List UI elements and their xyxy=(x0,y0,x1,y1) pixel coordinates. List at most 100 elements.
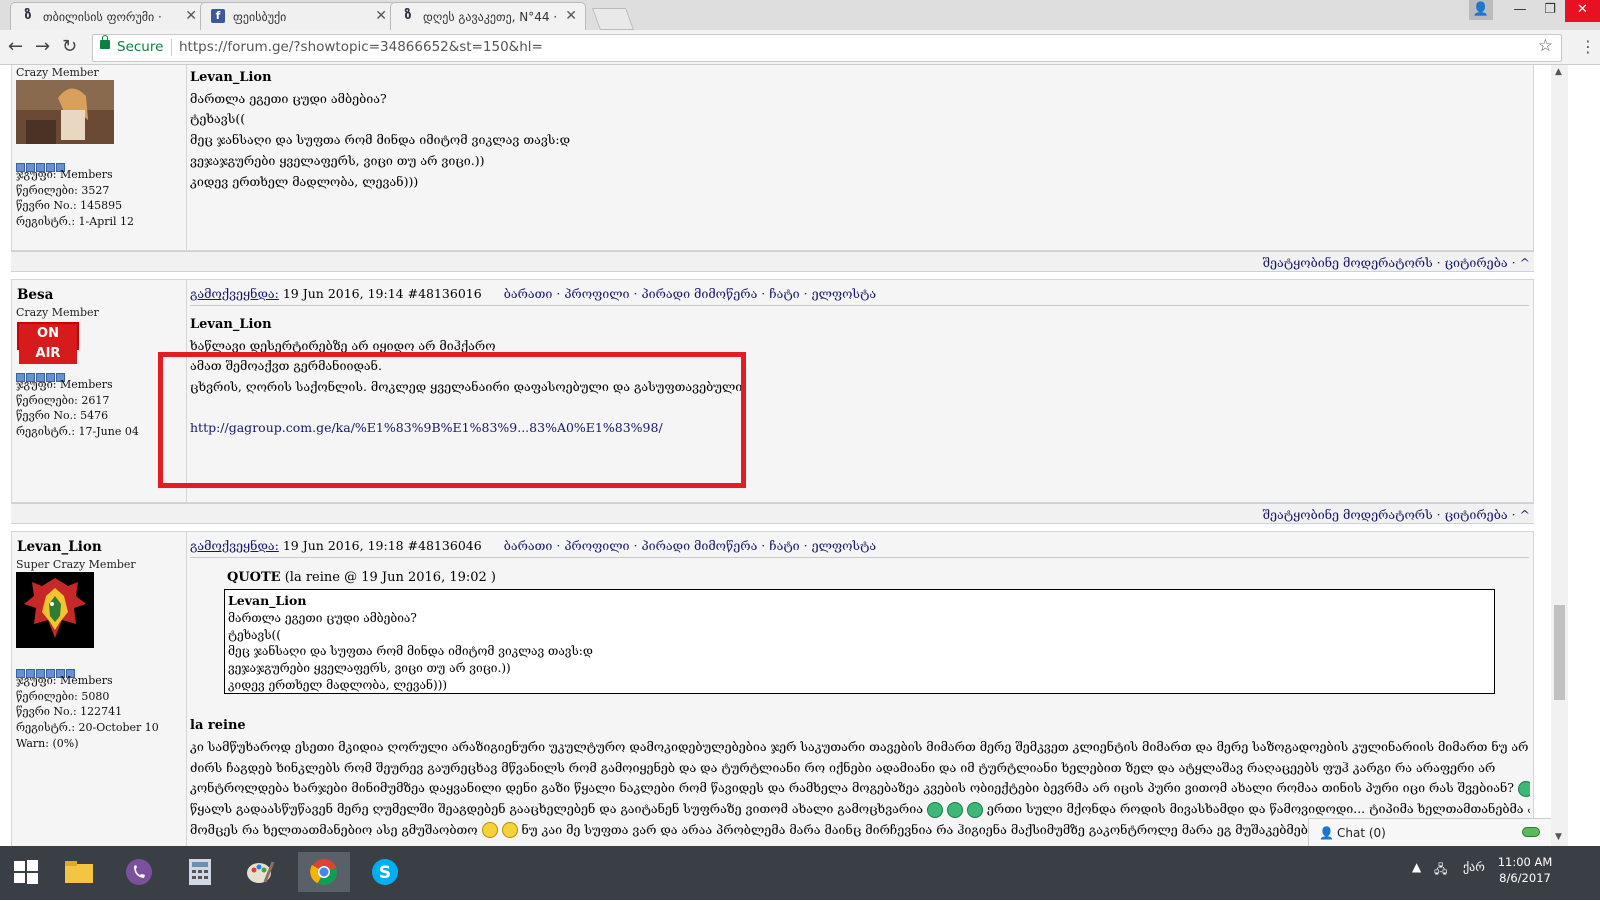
user-registered: რეგისტრ.: 17-June 04 xyxy=(16,425,139,439)
user-member-no: წევრი No.: 5476 xyxy=(16,409,109,423)
bookmark-star-icon[interactable]: ☆ xyxy=(1538,36,1553,56)
close-icon[interactable]: ✕ xyxy=(565,8,577,24)
post-header: გამოქვეყნდა: 19 Jun 2016, 19:14 #4813601… xyxy=(190,286,876,301)
user-rank: Crazy Member xyxy=(16,306,99,319)
quote-box: Levan_Lion მართლა ეგეთი ცუდი ამბებია? ტე… xyxy=(224,589,1495,694)
on-air-badge: ON AIR xyxy=(17,322,79,364)
reload-icon[interactable]: ↻ xyxy=(62,36,77,57)
window-close-icon[interactable]: ✕ xyxy=(1565,0,1600,22)
file-explorer-icon[interactable] xyxy=(57,852,101,892)
post-line: ტეხავს(( xyxy=(190,111,246,127)
scroll-down-icon[interactable]: ▼ xyxy=(1555,832,1562,842)
reply-line: ძირს ჩაგდებ ხინკლებს რომ შეურევ გაურეცხა… xyxy=(190,759,1496,775)
clock-date: 8/6/2017 xyxy=(1499,871,1551,885)
smile-emoji-icon xyxy=(966,801,983,818)
post-line: კიდევ ერთხელ მადლობა, ლევან))) xyxy=(190,173,419,189)
avatar[interactable] xyxy=(16,572,94,648)
smile-emoji-icon xyxy=(1517,780,1530,797)
menu-dots-icon[interactable]: ⋮ xyxy=(1580,37,1596,56)
avatar[interactable] xyxy=(16,80,114,144)
laugh-emoji-icon xyxy=(481,822,498,839)
post-line: მართლა ეგეთი ცუდი ამბებია? xyxy=(190,90,387,106)
close-icon[interactable]: ✕ xyxy=(375,8,387,24)
post-id[interactable]: #48136016 xyxy=(408,286,482,301)
user-registered: რეგისტრ.: 1-April 12 xyxy=(16,215,135,229)
minimize-icon[interactable]: — xyxy=(1505,0,1535,22)
close-icon[interactable]: ✕ xyxy=(185,8,197,24)
chat-user-icon: 👤 xyxy=(1319,826,1334,840)
lock-icon xyxy=(100,35,110,49)
quote-line: მართლა ეგეთი ცუდი ამბებია? xyxy=(228,610,417,625)
browser-toolbar: ← → ↻ Secure https://forum.ge/?showtopic… xyxy=(0,30,1600,65)
chrome-icon[interactable] xyxy=(298,852,350,892)
user-info: ჯგუფი: Members წერილები: 2617 წევრი No.:… xyxy=(16,377,139,440)
user-group: ჯგუფი: Members xyxy=(16,674,113,687)
chat-label[interactable]: Chat (0) xyxy=(1337,826,1386,840)
system-clock[interactable]: 11:00 AM 8/6/2017 xyxy=(1490,854,1560,886)
language-indicator[interactable]: ქარ xyxy=(1463,860,1485,874)
back-arrow-icon[interactable]: ← xyxy=(8,36,23,57)
tray-chevron-icon[interactable]: ▲ xyxy=(1412,860,1421,874)
secure-label: Secure xyxy=(117,39,164,55)
user-warn-level: Warn: (0%) xyxy=(16,736,79,750)
scroll-thumb[interactable] xyxy=(1554,605,1565,700)
user-action-links[interactable]: ბარათი · პროფილი · პირადი მიმოწერა · ჩატ… xyxy=(504,286,876,301)
chat-toggle[interactable] xyxy=(1522,827,1540,837)
user-sidebar: Levan_Lion Super Crazy Member ჯგუფი: Mem… xyxy=(12,532,187,846)
svg-text:S: S xyxy=(379,863,391,883)
posted-label[interactable]: გამოქვეყნდა: xyxy=(190,286,279,301)
separator xyxy=(171,39,172,56)
user-group: ჯგუფი: Members xyxy=(16,378,113,391)
quote-line: მეც ჯანსაღი და სუფთა რომ მინდა იმიტომ ვი… xyxy=(228,644,593,659)
report-quote-links[interactable]: შეატყობინე მოდერატორს · ციტირება · ^ xyxy=(1263,507,1530,522)
user-member-no: წევრი No.: 122741 xyxy=(16,705,123,719)
url-text[interactable]: https://forum.ge/?showtopic=34866652&st=… xyxy=(179,39,543,55)
reply-line: ერთი სული მქონდა როდის მივასხამდი და წამ… xyxy=(986,801,1530,817)
restore-icon[interactable]: ❐ xyxy=(1535,0,1565,22)
forward-arrow-icon[interactable]: → xyxy=(35,36,50,57)
username[interactable]: Besa xyxy=(17,287,53,303)
user-post-count: წერილები: 5080 xyxy=(16,689,110,703)
divider xyxy=(190,305,1529,306)
scroll-up-icon[interactable]: ▲ xyxy=(1555,67,1562,77)
forum-post: Levan_Lion Super Crazy Member ჯგუფი: Mem… xyxy=(11,531,1534,846)
tab-title: ფეისბუქი xyxy=(233,10,287,24)
reply-line: კონტროლდება ხარჯები მინიმუმზეა დაყვანილი… xyxy=(190,780,1514,796)
user-group: ჯგუფი: Members xyxy=(16,168,113,181)
post-id[interactable]: #48136046 xyxy=(408,538,482,553)
post-body: Levan_Lion მართლა ეგეთი ცუდი ამბებია? ტე… xyxy=(190,68,570,192)
address-bar[interactable]: Secure https://forum.ge/?showtopic=34866… xyxy=(92,34,1562,62)
viber-icon[interactable] xyxy=(117,852,161,892)
quote-line: ვეჯაჯგურები ყველაფერს, ვიცი თუ არ ვიცი.)… xyxy=(228,661,511,676)
tab-title: დღეს გავაკეთე, N°44 · xyxy=(423,10,558,24)
tab-forum[interactable]: ზ თბილისის ფორუმი · ✕ xyxy=(10,2,206,30)
chat-bar[interactable]: 👤 Chat (0) xyxy=(1308,818,1551,846)
highlight-annotation xyxy=(158,352,746,488)
posted-label[interactable]: გამოქვეყნდა: xyxy=(190,538,279,553)
skype-icon[interactable]: S xyxy=(360,852,410,892)
network-icon[interactable]: 🖧 xyxy=(1434,860,1447,881)
calculator-icon[interactable] xyxy=(178,852,222,892)
tab-facebook[interactable]: f ფეისბუქი ✕ xyxy=(200,2,396,30)
forum-ge-icon: ზ xyxy=(404,8,412,23)
report-quote-links[interactable]: შეატყობინე მოდერატორს · ციტირება · ^ xyxy=(1263,255,1530,270)
username[interactable]: Levan_Lion xyxy=(17,539,102,555)
clock-time: 11:00 AM xyxy=(1497,855,1553,869)
tab-active-topic[interactable]: ზ დღეს გავაკეთე, N°44 · ✕ xyxy=(390,2,586,30)
quote-header: QUOTE (la reine @ 19 Jun 2016, 19:02 ) xyxy=(227,570,496,585)
windows-start-icon[interactable] xyxy=(4,852,48,892)
reply-author: la reine xyxy=(190,718,246,733)
page-scrollbar[interactable]: ▲ ▼ xyxy=(1551,65,1568,846)
laugh-emoji-icon xyxy=(501,822,518,839)
user-rank: Super Crazy Member xyxy=(16,558,136,571)
user-profile-icon[interactable]: 👤 xyxy=(1469,0,1493,20)
user-sidebar: Crazy Member ჯგუფი: Members წერილები: 35… xyxy=(12,65,187,250)
user-rank: Crazy Member xyxy=(16,66,99,79)
post-footer: შეატყობინე მოდერატორს · ციტირება · ^ xyxy=(11,251,1534,272)
quote-source: (la reine @ 19 Jun 2016, 19:02 ) xyxy=(284,570,497,585)
paint-icon[interactable] xyxy=(238,852,282,892)
quote-label: QUOTE xyxy=(227,570,281,585)
reply-line: მომცეს რა ხელთათმანებიო ასე გმუშაობთო xyxy=(190,821,478,837)
new-tab-button[interactable] xyxy=(591,8,635,30)
user-action-links[interactable]: ბარათი · პროფილი · პირადი მიმოწერა · ჩატ… xyxy=(504,538,876,553)
